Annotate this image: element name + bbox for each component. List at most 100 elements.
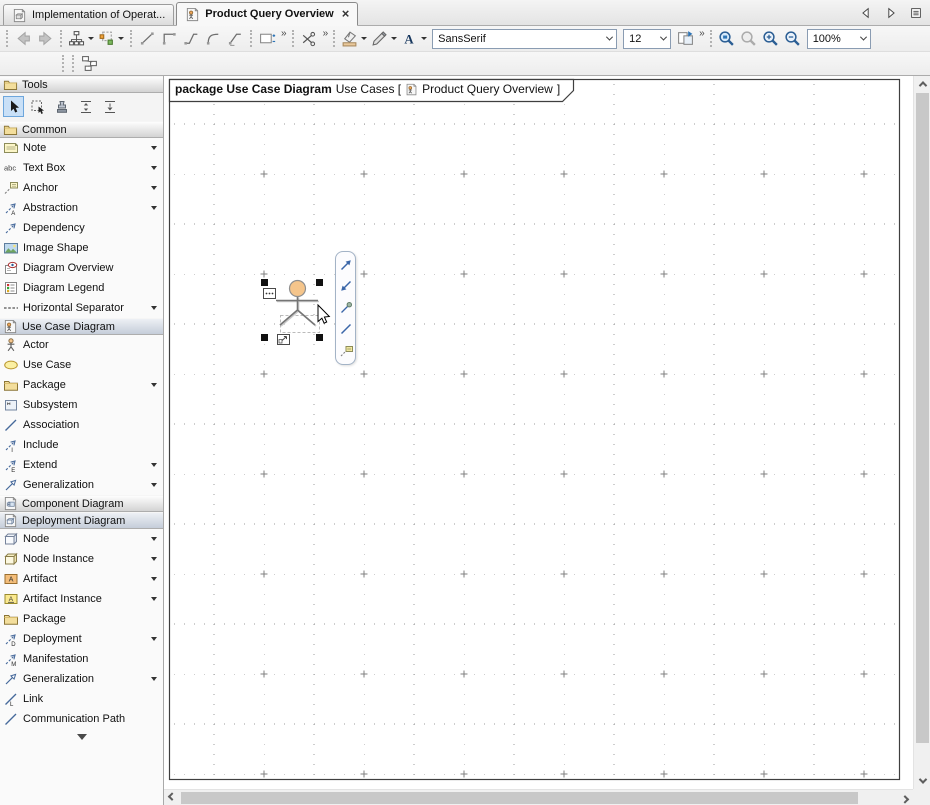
palette-item-package[interactable]: Package bbox=[0, 375, 163, 395]
zoom-combo[interactable]: 100% bbox=[807, 29, 871, 49]
paste-format-button[interactable] bbox=[674, 28, 696, 50]
dropdown-arrow-icon[interactable] bbox=[151, 483, 157, 487]
diagram-canvas[interactable]: package Use Case Diagram Use Cases [ Pro… bbox=[164, 76, 930, 805]
palette-item-link[interactable]: LLink bbox=[0, 689, 163, 709]
tab-product-query-overview[interactable]: Product Query Overview× bbox=[176, 2, 358, 26]
line-style-curved-button[interactable] bbox=[202, 28, 224, 50]
selection-tool[interactable] bbox=[3, 96, 24, 117]
combo-arrow-icon[interactable] bbox=[860, 34, 867, 41]
dropdown-arrow-icon[interactable] bbox=[151, 463, 157, 467]
palette-item-text-box[interactable]: abcText Box bbox=[0, 158, 163, 178]
layout-button[interactable] bbox=[66, 28, 96, 50]
palette-item-image-shape[interactable]: Image Shape bbox=[0, 238, 163, 258]
dropdown-arrow-icon[interactable] bbox=[151, 637, 157, 641]
scroll-up-button[interactable] bbox=[914, 76, 930, 92]
forward-button[interactable] bbox=[34, 28, 56, 50]
tab-scroll-right-button[interactable] bbox=[882, 4, 900, 22]
line-style-oblique-button[interactable] bbox=[224, 28, 246, 50]
anchor-note-button[interactable] bbox=[337, 343, 354, 360]
relation-out-button[interactable] bbox=[337, 257, 354, 274]
toolbar-grip[interactable] bbox=[6, 30, 8, 47]
dropdown-arrow-icon[interactable] bbox=[151, 186, 157, 190]
trim-button[interactable] bbox=[298, 28, 320, 50]
toolbar-overflow-icon[interactable]: » bbox=[323, 26, 327, 39]
vertical-spacing-tool[interactable] bbox=[75, 96, 96, 117]
group-selection-tool[interactable] bbox=[27, 96, 48, 117]
palette-item-horizontal-separator[interactable]: Horizontal Separator bbox=[0, 298, 163, 318]
palette-item-artifact[interactable]: AArtifact bbox=[0, 569, 163, 589]
palette-section-component-diagram[interactable]: Component Diagram bbox=[0, 495, 163, 512]
palette-item-anchor[interactable]: Anchor bbox=[0, 178, 163, 198]
back-button[interactable] bbox=[12, 28, 34, 50]
dropdown-arrow-icon[interactable] bbox=[151, 537, 157, 541]
add-element-button[interactable] bbox=[96, 28, 126, 50]
combo-arrow-icon[interactable] bbox=[660, 34, 667, 41]
tab-list-button[interactable] bbox=[907, 4, 925, 22]
dropdown-arrow-icon[interactable] bbox=[151, 383, 157, 387]
related-elements-button[interactable] bbox=[78, 53, 100, 75]
line-style-rectilinear-button[interactable] bbox=[158, 28, 180, 50]
palette-item-deployment[interactable]: DDeployment bbox=[0, 629, 163, 649]
vertical-scrollbar-thumb[interactable] bbox=[916, 93, 929, 743]
zoom-out-button[interactable] bbox=[782, 28, 804, 50]
font-color-button[interactable]: A bbox=[399, 28, 429, 50]
diagram-drawing-surface[interactable] bbox=[164, 76, 913, 789]
dropdown-arrow-icon[interactable] bbox=[118, 37, 124, 40]
fill-color-button[interactable] bbox=[339, 28, 369, 50]
palette-item-generalization[interactable]: Generalization bbox=[0, 475, 163, 495]
association-line-button[interactable] bbox=[337, 321, 354, 338]
dropdown-arrow-icon[interactable] bbox=[151, 206, 157, 210]
dependency-ball-button[interactable] bbox=[337, 300, 354, 317]
dropdown-arrow-icon[interactable] bbox=[391, 37, 397, 40]
vertical-scrollbar[interactable] bbox=[913, 76, 930, 789]
palette-section-deployment-diagram[interactable]: Deployment Diagram bbox=[0, 512, 163, 529]
zoom-in-button[interactable] bbox=[760, 28, 782, 50]
selection-handle-nw[interactable] bbox=[261, 279, 268, 286]
selection-handle-se[interactable] bbox=[316, 334, 323, 341]
palette-item-note[interactable]: Note bbox=[0, 138, 163, 158]
selection-handle-sw[interactable] bbox=[261, 334, 268, 341]
palette-item-package[interactable]: Package bbox=[0, 609, 163, 629]
dropdown-arrow-icon[interactable] bbox=[151, 146, 157, 150]
line-style-straight-button[interactable] bbox=[136, 28, 158, 50]
palette-item-diagram-legend[interactable]: Diagram Legend bbox=[0, 278, 163, 298]
dropdown-arrow-icon[interactable] bbox=[151, 677, 157, 681]
combo-arrow-icon[interactable] bbox=[606, 34, 613, 41]
line-style-bent-button[interactable] bbox=[180, 28, 202, 50]
toolbar-grip[interactable] bbox=[62, 55, 64, 72]
palette-item-communication-path[interactable]: Communication Path bbox=[0, 709, 163, 729]
palette-section-tools[interactable]: Tools bbox=[0, 76, 163, 93]
scroll-down-button[interactable] bbox=[914, 773, 930, 789]
palette-item-subsystem[interactable]: Subsystem bbox=[0, 395, 163, 415]
dropdown-arrow-icon[interactable] bbox=[151, 597, 157, 601]
scroll-left-button[interactable] bbox=[164, 790, 180, 805]
zoom-selection-button[interactable] bbox=[738, 28, 760, 50]
palette-item-extend[interactable]: EExtend bbox=[0, 455, 163, 475]
palette-item-node-instance[interactable]: Node Instance bbox=[0, 549, 163, 569]
tab-scroll-left-button[interactable] bbox=[857, 4, 875, 22]
palette-item-manifestation[interactable]: MManifestation bbox=[0, 649, 163, 669]
palette-item-artifact-instance[interactable]: AArtifact Instance bbox=[0, 589, 163, 609]
palette-item-include[interactable]: IInclude bbox=[0, 435, 163, 455]
tab-implementation-of-operat[interactable]: Implementation of Operat... bbox=[3, 4, 174, 25]
dropdown-arrow-icon[interactable] bbox=[361, 37, 367, 40]
quick-link-button[interactable] bbox=[277, 334, 290, 345]
dropdown-arrow-icon[interactable] bbox=[421, 37, 427, 40]
palette-item-association[interactable]: Association bbox=[0, 415, 163, 435]
selection-handle-ne[interactable] bbox=[316, 279, 323, 286]
palette-item-abstraction[interactable]: AAbstraction bbox=[0, 198, 163, 218]
palette-section-use-case-diagram[interactable]: Use Case Diagram bbox=[0, 318, 163, 335]
horizontal-scrollbar-thumb[interactable] bbox=[181, 792, 858, 804]
show-compartments-button[interactable] bbox=[263, 288, 276, 299]
font-family-combo[interactable]: SansSerif bbox=[432, 29, 617, 49]
palette-item-use-case[interactable]: Use Case bbox=[0, 355, 163, 375]
palette-section-common[interactable]: Common bbox=[0, 121, 163, 138]
palette-item-generalization[interactable]: Generalization bbox=[0, 669, 163, 689]
dropdown-arrow-icon[interactable] bbox=[151, 306, 157, 310]
dropdown-arrow-icon[interactable] bbox=[88, 37, 94, 40]
close-tab-icon[interactable]: × bbox=[342, 9, 350, 19]
relation-in-button[interactable] bbox=[337, 278, 354, 295]
font-size-combo[interactable]: 12 bbox=[623, 29, 671, 49]
palette-item-node[interactable]: Node bbox=[0, 529, 163, 549]
dropdown-arrow-icon[interactable] bbox=[151, 577, 157, 581]
